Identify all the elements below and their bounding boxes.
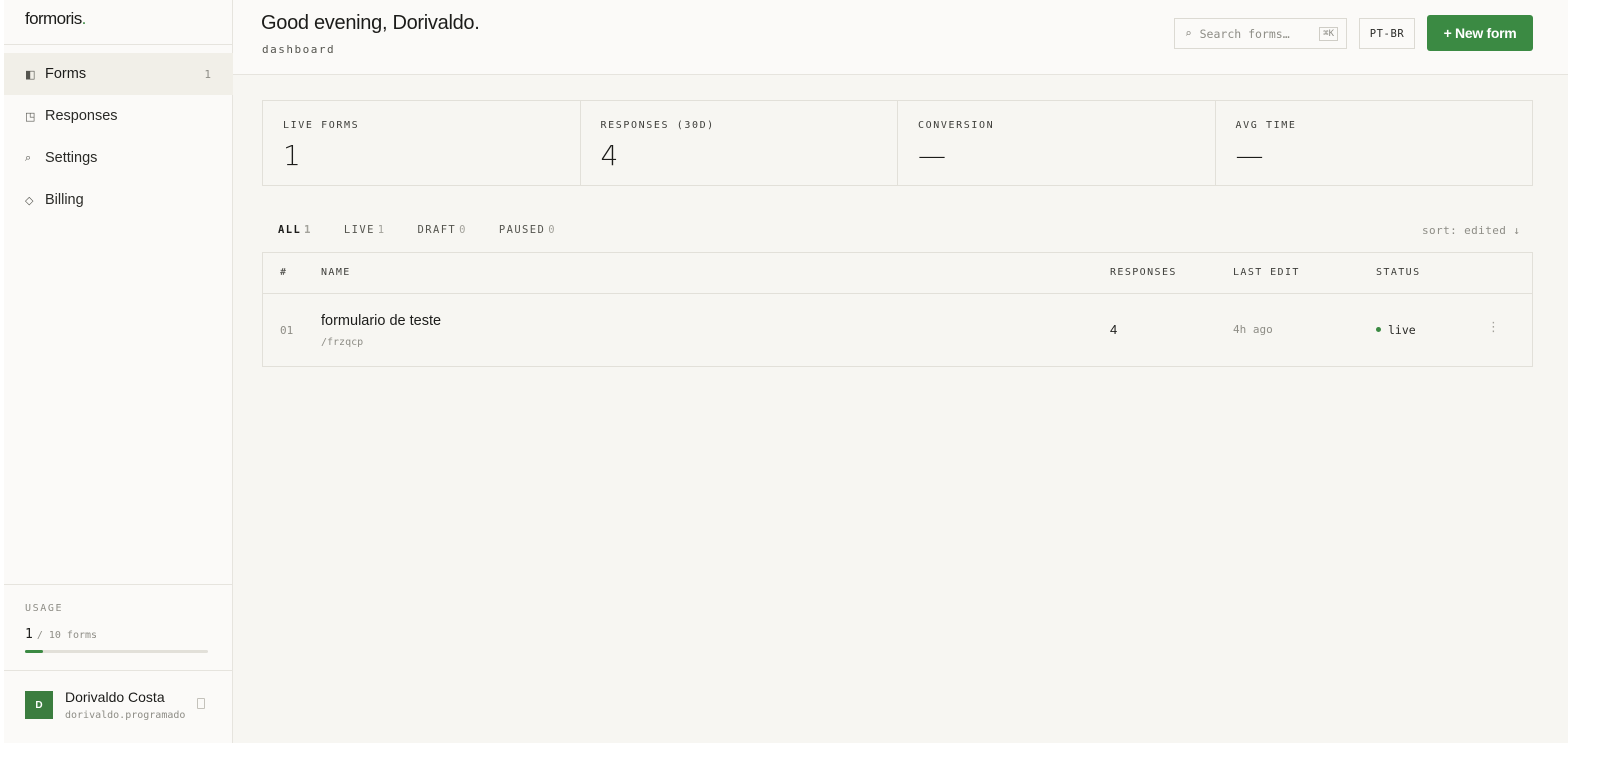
usage-count: 1/ 10 forms bbox=[25, 627, 97, 642]
logo-text: formoris bbox=[25, 9, 82, 28]
sidebar-item-forms[interactable]: ◧ Forms 1 bbox=[4, 53, 233, 95]
responses-icon: ◳ bbox=[25, 110, 36, 123]
tab-count: 0 bbox=[548, 224, 556, 236]
sidebar-nav: ◧ Forms 1 ◳ Responses ⌕ Settings ◇ Billi… bbox=[4, 53, 233, 221]
tab-label: DRAFT bbox=[417, 224, 457, 236]
table-row[interactable]: 01 formulario de teste /frzqcp 4 4h ago … bbox=[263, 294, 1532, 366]
sidebar-item-billing[interactable]: ◇ Billing bbox=[4, 179, 233, 221]
tab-draft[interactable]: DRAFT 0 bbox=[402, 216, 483, 253]
sidebar-item-settings[interactable]: ⌕ Settings bbox=[4, 137, 233, 179]
tab-label: PAUSED bbox=[498, 224, 546, 236]
search-placeholder: Search forms… bbox=[1199, 26, 1290, 41]
sidebar-item-label: Billing bbox=[45, 192, 84, 208]
avatar[interactable]: D bbox=[25, 691, 53, 719]
stat-value: 4 bbox=[600, 139, 619, 172]
window-frame-bottom bbox=[0, 743, 1600, 757]
usage-progress-bar bbox=[25, 650, 208, 653]
stat-value: — bbox=[918, 139, 946, 172]
column-header-responses: RESPONSES bbox=[1110, 267, 1177, 278]
stat-label: LIVE FORMS bbox=[283, 120, 360, 131]
sidebar-item-label: Settings bbox=[45, 150, 98, 166]
more-options-icon[interactable]: ⋮ bbox=[1487, 319, 1500, 335]
user-divider bbox=[4, 670, 233, 671]
status-badge: live bbox=[1376, 323, 1416, 337]
form-slug: /frzqcp bbox=[321, 337, 364, 348]
stats-panel: LIVE FORMS 1 RESPONSES (30D) 4 CONVERSIO… bbox=[262, 100, 1533, 186]
usage-limit: / 10 forms bbox=[36, 630, 98, 641]
column-header-last-edit: LAST EDIT bbox=[1233, 267, 1300, 278]
stat-label: RESPONSES (30D) bbox=[600, 120, 715, 131]
stat-label: AVG TIME bbox=[1235, 120, 1297, 131]
usage-progress-fill bbox=[25, 650, 44, 653]
search-icon: ⌕ bbox=[1185, 27, 1192, 40]
sidebar-item-count: 1 bbox=[204, 67, 211, 81]
status-dot-icon bbox=[1376, 327, 1381, 332]
sort-dropdown[interactable]: sort: edited ↓ bbox=[1422, 224, 1520, 237]
usage-divider bbox=[4, 584, 233, 585]
tab-paused[interactable]: PAUSED 0 bbox=[483, 216, 572, 253]
page-header: Good evening, Dorivaldo. dashboard ⌕ Sea… bbox=[233, 0, 1568, 75]
form-responses: 4 bbox=[1110, 322, 1118, 337]
billing-icon: ◇ bbox=[25, 194, 34, 207]
filter-tabs: ALL 1 LIVE 1 DRAFT 0 PAUSED 0 bbox=[262, 216, 572, 254]
language-button[interactable]: PT-BR bbox=[1359, 18, 1415, 49]
tab-count: 1 bbox=[377, 224, 386, 236]
forms-icon: ◧ bbox=[25, 68, 36, 81]
column-header-num: # bbox=[280, 267, 288, 278]
row-number: 01 bbox=[280, 324, 294, 337]
stat-label: CONVERSION bbox=[918, 120, 995, 131]
page-subtitle: dashboard bbox=[262, 43, 336, 56]
form-last-edit: 4h ago bbox=[1233, 323, 1273, 336]
column-header-name: NAME bbox=[321, 267, 351, 278]
tab-live[interactable]: LIVE 1 bbox=[328, 216, 402, 253]
usage-label: USAGE bbox=[25, 603, 64, 614]
window-frame-right bbox=[1568, 0, 1600, 757]
settings-icon: ⌕ bbox=[25, 151, 32, 164]
sidebar: formoris. ◧ Forms 1 ◳ Responses ⌕ Settin… bbox=[4, 0, 233, 743]
stat-value: 1 bbox=[283, 139, 301, 172]
forms-table: # NAME RESPONSES LAST EDIT STATUS 01 for… bbox=[262, 252, 1533, 367]
sidebar-divider bbox=[4, 44, 233, 45]
usage-used: 1 bbox=[25, 627, 33, 642]
new-form-button[interactable]: + New form bbox=[1427, 15, 1533, 51]
user-email: dorivaldo.programador bbox=[65, 710, 185, 721]
logo-dot: . bbox=[81, 9, 87, 28]
stat-avg-time: AVG TIME — bbox=[1216, 101, 1533, 185]
stat-live-forms: LIVE FORMS 1 bbox=[263, 101, 581, 185]
column-header-status: STATUS bbox=[1376, 267, 1421, 278]
search-input[interactable]: ⌕ Search forms… ⌘K bbox=[1174, 18, 1347, 49]
stat-responses: RESPONSES (30D) 4 bbox=[581, 101, 898, 185]
stat-value: — bbox=[1235, 139, 1264, 172]
table-header: # NAME RESPONSES LAST EDIT STATUS bbox=[263, 253, 1532, 294]
tab-label: LIVE bbox=[343, 224, 375, 236]
tab-label: ALL bbox=[278, 224, 302, 236]
stat-conversion: CONVERSION — bbox=[898, 101, 1216, 185]
sidebar-item-responses[interactable]: ◳ Responses bbox=[4, 95, 233, 137]
search-shortcut: ⌘K bbox=[1319, 26, 1338, 41]
sidebar-item-label: Forms bbox=[45, 66, 87, 82]
sidebar-item-label: Responses bbox=[45, 108, 118, 124]
page-title: Good evening, Dorivaldo. bbox=[261, 12, 480, 34]
logout-icon[interactable] bbox=[197, 698, 205, 709]
logo[interactable]: formoris. bbox=[25, 9, 86, 29]
tab-count: 1 bbox=[304, 224, 312, 236]
tab-all[interactable]: ALL 1 bbox=[262, 216, 328, 254]
status-text: live bbox=[1388, 323, 1416, 337]
user-name: Dorivaldo Costa bbox=[65, 689, 165, 705]
form-name[interactable]: formulario de teste bbox=[321, 313, 441, 329]
tab-count: 0 bbox=[459, 224, 467, 236]
